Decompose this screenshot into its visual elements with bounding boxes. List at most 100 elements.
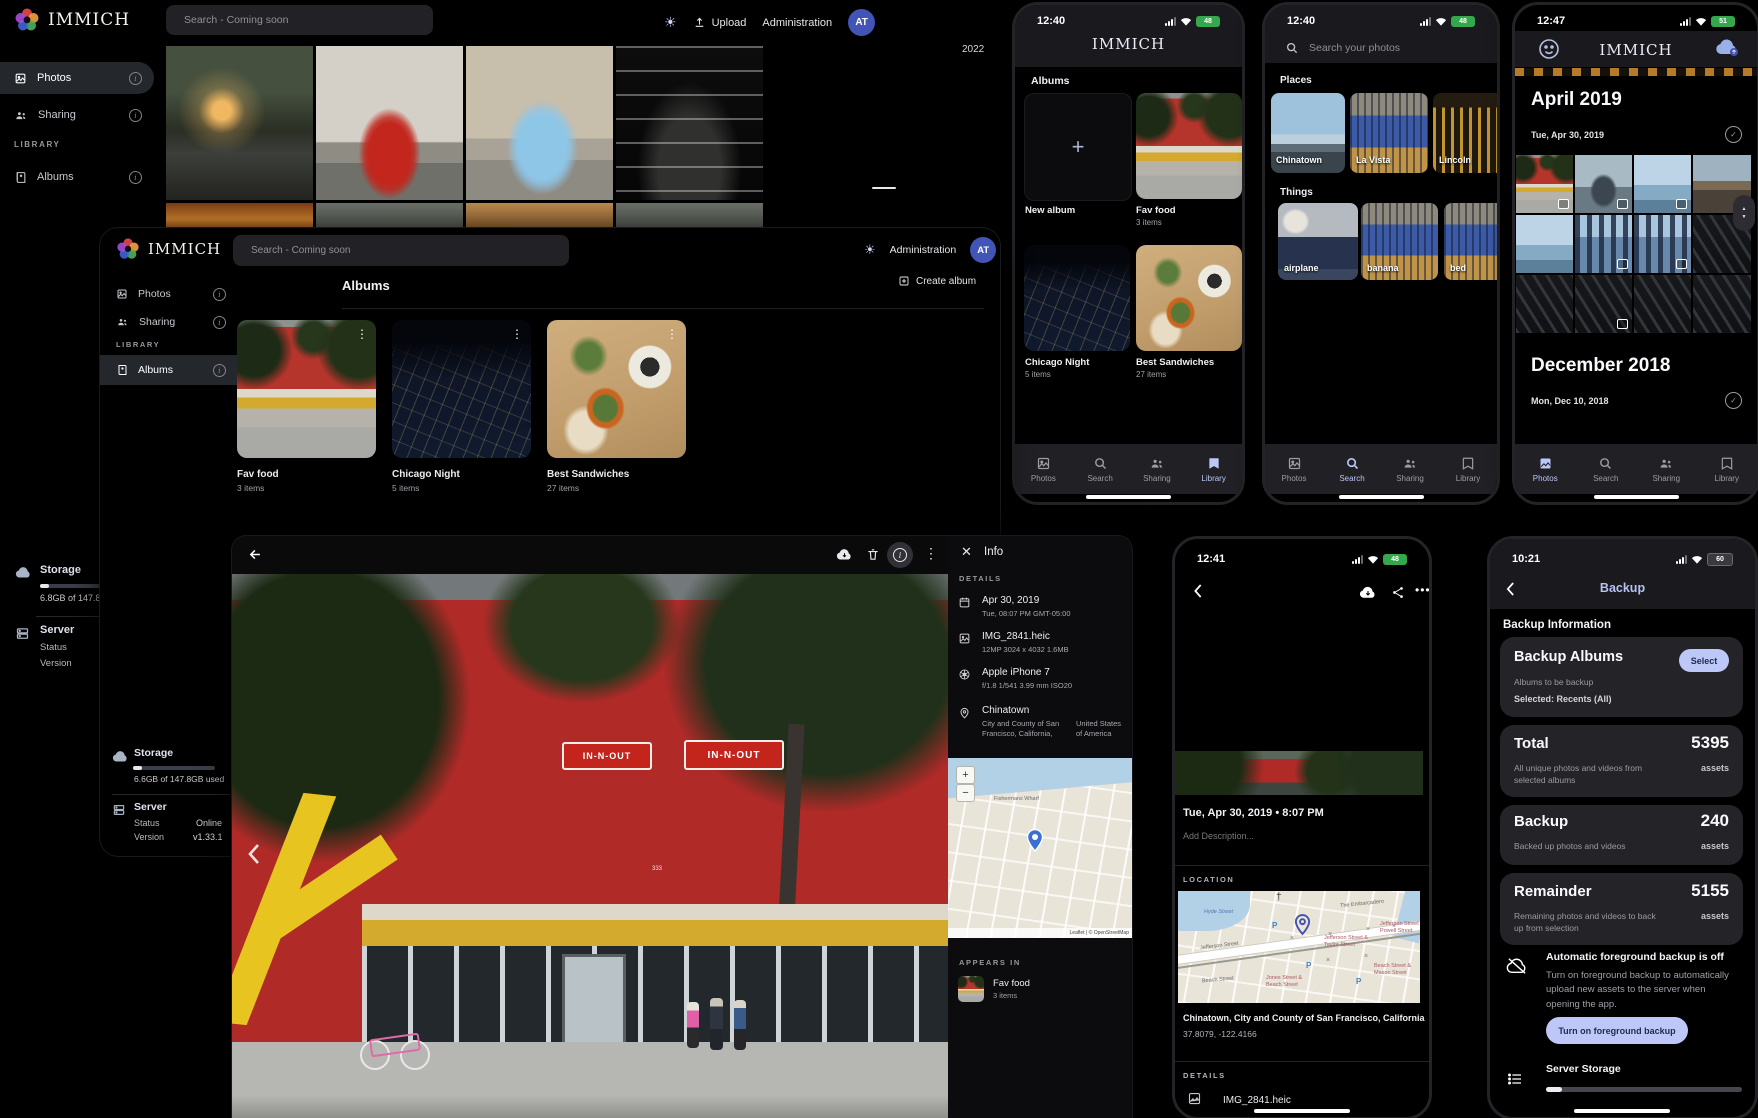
back-chevron-icon[interactable] (1191, 583, 1205, 599)
photo-thumbnail[interactable] (316, 203, 463, 230)
sidebar-item-photos[interactable]: Photos i (100, 280, 264, 308)
theme-toggle-icon[interactable]: ☀ (864, 242, 876, 258)
grid-photo[interactable] (1634, 215, 1691, 273)
home-indicator[interactable] (1574, 1109, 1670, 1113)
timeline-scrubber[interactable] (872, 187, 896, 189)
more-icon[interactable]: ⋮ (924, 545, 938, 562)
photo-thumbnail[interactable] (466, 46, 613, 200)
user-avatar[interactable]: AT (848, 9, 875, 36)
info-icon[interactable]: i (213, 288, 226, 301)
album-card[interactable]: ⋮ Best Sandwiches 27 items (547, 320, 686, 493)
administration-link[interactable]: Administration (762, 17, 832, 29)
nav-sharing[interactable]: Sharing (1129, 444, 1186, 494)
grid-photo[interactable] (1575, 215, 1632, 273)
nav-sharing[interactable]: Sharing (1636, 444, 1697, 494)
info-button[interactable]: i (887, 542, 913, 568)
turn-on-backup-button[interactable]: Turn on foreground backup (1546, 1017, 1688, 1044)
grid-photo[interactable] (1575, 155, 1632, 213)
new-album-card[interactable]: + (1024, 93, 1132, 201)
info-icon[interactable]: i (129, 171, 142, 184)
wifi-icon (1691, 555, 1703, 564)
trash-icon[interactable] (866, 547, 880, 562)
photo-thumbnail[interactable] (466, 203, 613, 230)
nav-sharing[interactable]: Sharing (1381, 444, 1439, 494)
battery-icon: 48 (1451, 16, 1475, 27)
photo-thumbnail[interactable] (616, 46, 763, 200)
immich-logo[interactable]: IMMICH (116, 237, 221, 261)
sidebar-item-photos[interactable]: Photos i (0, 62, 154, 94)
share-icon[interactable] (1391, 585, 1405, 600)
cloud-download-icon[interactable] (836, 548, 853, 561)
appears-in-album[interactable]: Fav food 3 items (958, 976, 1030, 1002)
photo-thumbnail[interactable] (316, 46, 463, 200)
nav-search[interactable]: Search (1576, 444, 1637, 494)
nav-library[interactable]: Library (1439, 444, 1497, 494)
more-icon[interactable]: ⋮ (511, 327, 523, 341)
grid-photo[interactable] (1634, 275, 1691, 333)
cloud-download-icon[interactable] (1359, 586, 1377, 599)
album-card[interactable] (1136, 245, 1242, 351)
search-input[interactable]: Search - Coming soon (166, 5, 433, 35)
search-input[interactable]: Search your photos (1265, 35, 1497, 61)
info-icon[interactable]: i (129, 109, 142, 122)
photo-thumbnail[interactable] (166, 46, 313, 200)
sidebar-item-sharing[interactable]: Sharing i (0, 100, 154, 130)
album-card[interactable] (1024, 245, 1130, 351)
search-input[interactable]: Search - Coming soon (233, 235, 569, 266)
storage-progressbar (133, 766, 215, 770)
home-indicator[interactable] (1254, 1109, 1350, 1113)
nav-search[interactable]: Search (1323, 444, 1381, 494)
sidebar-item-albums[interactable]: Albums i (0, 162, 154, 192)
cloud-sync-icon[interactable] (1715, 38, 1739, 56)
back-icon[interactable] (248, 547, 263, 562)
select-day-checkbox[interactable]: ✓ (1725, 126, 1742, 143)
nav-library[interactable]: Library (1697, 444, 1758, 494)
nav-search[interactable]: Search (1072, 444, 1129, 494)
nav-library[interactable]: Library (1185, 444, 1242, 494)
photo-strip[interactable] (1175, 751, 1423, 795)
administration-link[interactable]: Administration (890, 244, 957, 256)
more-icon[interactable]: ⋮ (356, 327, 368, 341)
photo-viewer[interactable]: IN-N-OUT IN-N-OUT 333 (232, 574, 948, 1118)
nav-photos[interactable]: Photos (1265, 444, 1323, 494)
home-indicator[interactable] (1594, 495, 1679, 499)
grid-photo[interactable] (1516, 155, 1573, 213)
server-status-label: Status (40, 642, 67, 653)
add-description-field[interactable]: Add Description... (1183, 831, 1254, 841)
create-album-button[interactable]: Create album (898, 275, 976, 287)
photo-thumbnail[interactable] (616, 203, 763, 230)
map-zoom-in-button[interactable]: + (956, 766, 975, 784)
info-icon[interactable]: i (213, 316, 226, 329)
select-day-checkbox[interactable]: ✓ (1725, 392, 1742, 409)
select-button[interactable]: Select (1679, 649, 1729, 672)
nav-photos[interactable]: Photos (1015, 444, 1072, 494)
scrollbar-handle[interactable]: ▲▼ (1733, 195, 1755, 231)
grid-photo[interactable] (1634, 155, 1691, 213)
user-avatar[interactable]: AT (970, 237, 996, 263)
theme-toggle-icon[interactable]: ☀ (664, 14, 677, 31)
album-card[interactable]: ⋮ Chicago Night 5 items (392, 320, 531, 493)
nav-photos[interactable]: Photos (1515, 444, 1576, 494)
close-icon[interactable]: ✕ (961, 544, 972, 560)
more-icon[interactable]: ••• (1415, 583, 1431, 597)
tree-canopy (482, 574, 682, 704)
nav-label: Search (1087, 474, 1112, 483)
grid-photo[interactable] (1516, 275, 1573, 333)
grid-photo[interactable] (1516, 215, 1573, 273)
album-card[interactable]: ⋮ Fav food 3 items (237, 320, 376, 493)
location-map[interactable]: × × × × × × † Hyde Street The Embarcader… (1178, 891, 1420, 1003)
more-icon[interactable]: ⋮ (666, 327, 678, 341)
grid-photo[interactable] (1575, 275, 1632, 333)
photo-thumbnail[interactable] (166, 203, 313, 230)
home-indicator[interactable] (1086, 495, 1171, 499)
info-icon[interactable]: i (129, 72, 142, 85)
prev-photo-chevron[interactable] (246, 842, 262, 866)
info-icon[interactable]: i (213, 364, 226, 377)
upload-button[interactable]: Upload (693, 16, 747, 29)
home-indicator[interactable] (1339, 495, 1424, 499)
location-map[interactable]: Fishermans Wharf + − Leaflet | © OpenStr… (948, 758, 1132, 938)
album-card[interactable] (1136, 93, 1242, 199)
map-zoom-out-button[interactable]: − (956, 784, 975, 802)
grid-photo[interactable] (1693, 275, 1751, 333)
immich-logo[interactable]: IMMICH (14, 7, 130, 33)
